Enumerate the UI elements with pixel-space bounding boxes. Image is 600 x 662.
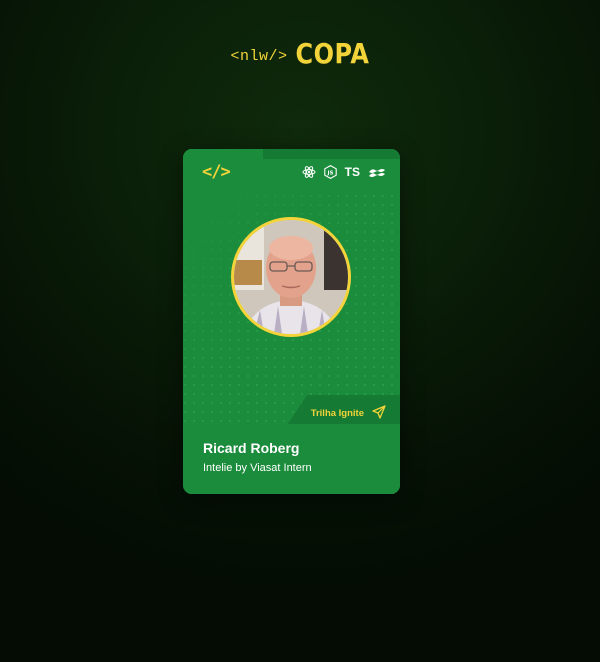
profile-card: </> JS TS Trilha Ignite Ricard Roberg In…	[183, 149, 400, 494]
logo-code-tag: <nlw/>	[230, 47, 288, 65]
tailwind-icon	[368, 167, 386, 178]
code-brackets-icon: </>	[202, 162, 231, 182]
card-info-panel	[183, 424, 400, 494]
profile-photo	[234, 220, 348, 334]
tech-icons: JS TS	[302, 165, 386, 179]
rocket-icon	[372, 405, 386, 422]
logo-event-name: COPA	[295, 37, 370, 71]
nodejs-icon: JS	[323, 165, 337, 179]
profile-role: Intelie by Viasat Intern	[203, 462, 312, 474]
profile-avatar	[231, 217, 351, 337]
trail-badge: Trilha Ignite	[311, 405, 386, 422]
profile-name: Ricard Roberg	[203, 440, 300, 456]
react-icon	[302, 165, 316, 179]
card-header: </> JS TS	[183, 149, 400, 199]
nlw-copa-logo: <nlw/> COPA	[0, 37, 600, 71]
svg-text:JS: JS	[326, 171, 333, 177]
trail-label: Trilha Ignite	[310, 408, 364, 419]
ts-label: TS	[344, 165, 360, 179]
